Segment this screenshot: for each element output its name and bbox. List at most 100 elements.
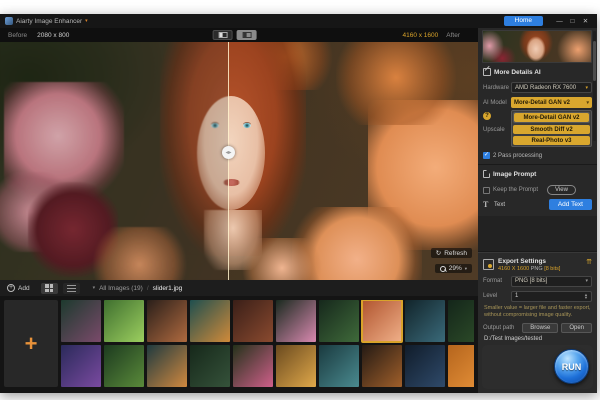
ai-model-label: AI Model [483, 99, 507, 106]
title-bar: Aiarty Image Enhancer ▾ Home — □ ✕ [0, 14, 597, 28]
export-format: PNG [530, 265, 543, 272]
browse-button[interactable]: Browse [522, 323, 559, 333]
thumbnail[interactable] [61, 345, 101, 387]
add-image-tile[interactable]: + [4, 300, 58, 387]
panel-gap [478, 216, 597, 252]
refresh-label: Refresh [444, 249, 467, 257]
two-pass-label: 2 Pass processing [493, 152, 543, 159]
zoom-caret-icon: ▾ [464, 265, 467, 271]
ai-model-value: More-Detail GAN v2 [514, 99, 571, 106]
more-details-icon [483, 68, 491, 76]
preview-image [482, 30, 592, 63]
list-view-icon [66, 284, 76, 292]
thumbnail[interactable] [276, 345, 316, 387]
thumbnail[interactable] [276, 300, 316, 342]
add-text-button[interactable]: Add Text [548, 199, 592, 210]
thumb-row1 [61, 300, 474, 343]
view-mode-toggles [212, 30, 257, 40]
keep-prompt-label: Keep the Prompt [493, 187, 539, 193]
format-value: PNG [8 bits] [515, 278, 548, 285]
model-options-list: More-Detail GAN v2 Smooth Diff v2 Real-P… [511, 110, 592, 147]
model-option-highlight: More-Detail GAN v2 [513, 112, 590, 123]
compare-handle-icon[interactable]: ◂▸ [222, 146, 235, 159]
grid-view-icon [45, 284, 54, 292]
list-view-button[interactable] [62, 282, 80, 294]
thumbnail[interactable] [319, 300, 359, 342]
thumbnail[interactable] [319, 345, 359, 387]
format-select[interactable]: PNG [8 bits] ▾ [511, 275, 592, 287]
single-view-button[interactable] [212, 30, 233, 40]
split-view-icon [242, 32, 252, 38]
open-button[interactable]: Open [561, 323, 592, 333]
model-option[interactable]: Real-Photo v3 [513, 136, 590, 145]
app-window: Aiarty Image Enhancer ▾ Home — □ ✕ Befor… [0, 14, 597, 393]
thumbnail[interactable] [147, 345, 187, 387]
thumbnail[interactable] [362, 345, 402, 387]
thumbnail[interactable] [147, 300, 187, 342]
thumbnail[interactable] [104, 300, 144, 342]
model-option[interactable]: More-Detail GAN v2 [514, 113, 589, 122]
run-area: RUN [482, 345, 593, 389]
text-label: Text [494, 201, 506, 208]
library-toolbar: + Add ▾ All Images (19) / slider1.jpg [0, 280, 478, 296]
thumbnail[interactable] [448, 300, 474, 342]
text-icon: T [483, 200, 489, 209]
model-dropdown-area: ? Upscale More-Detail GAN v2 Smooth Diff… [478, 110, 597, 147]
ai-model-select[interactable]: More-Detail GAN v2 ▾ [511, 97, 592, 108]
after-size: 4160 x 1600 [402, 31, 439, 39]
two-pass-checkbox[interactable]: ✓ [483, 152, 490, 159]
compare-info-bar: Before 2080 x 800 4160 x 1600 After [0, 28, 478, 42]
grid-view-button[interactable] [40, 282, 58, 294]
title-caret-icon[interactable]: ▾ [85, 18, 88, 24]
minimize-button[interactable]: — [553, 18, 566, 25]
magnifier-icon [439, 265, 446, 272]
add-image-button[interactable]: + Add [7, 284, 30, 292]
help-icon[interactable]: ? [483, 112, 491, 120]
thumbnail[interactable] [405, 300, 445, 342]
compare-divider[interactable] [228, 42, 229, 280]
thumbnail-selected[interactable] [361, 300, 403, 343]
home-button[interactable]: Home [503, 16, 543, 26]
thumbnail[interactable] [61, 300, 101, 342]
keep-prompt-checkbox[interactable] [483, 186, 490, 194]
file-breadcrumb: ▾ All Images (19) / slider1.jpg [93, 285, 183, 292]
thumbnail[interactable] [190, 345, 230, 387]
add-tile-plus-icon: + [24, 330, 38, 356]
thumbnail[interactable] [233, 345, 273, 387]
chevron-down-icon: ▾ [585, 278, 588, 285]
hardware-select[interactable]: AMD Radeon RX 7600 ▾ [511, 82, 592, 93]
collapse-section-icon[interactable]: ⇈ [586, 258, 592, 266]
image-prompt-title: Image Prompt [493, 170, 537, 178]
run-button[interactable]: RUN [554, 349, 589, 384]
thumbnail-strip: + [0, 296, 478, 393]
before-size: 2080 x 800 [37, 31, 70, 39]
close-button[interactable]: ✕ [579, 17, 592, 25]
refresh-button[interactable]: ↻ Refresh [430, 248, 472, 258]
thumbnail[interactable] [190, 300, 230, 342]
level-value: 1 [515, 293, 519, 300]
images-filter-caret-icon[interactable]: ▾ [93, 285, 96, 291]
chevron-down-icon: ▾ [585, 84, 588, 91]
thumbnail[interactable] [233, 300, 273, 342]
zoom-control[interactable]: 29% ▾ [434, 264, 472, 273]
model-option[interactable]: Smooth Diff v2 [513, 125, 590, 134]
thumbnail[interactable] [448, 345, 474, 387]
view-button[interactable]: View [547, 185, 576, 195]
panel-scrollbar [593, 31, 596, 141]
panel-scrollbar-thumb[interactable] [593, 41, 596, 81]
stepper-down-icon[interactable]: ▼ [584, 296, 588, 300]
format-label: Format [483, 278, 503, 285]
thumbnail[interactable] [405, 345, 445, 387]
hardware-value: AMD Radeon RX 7600 [515, 84, 577, 91]
thumbnail[interactable] [104, 345, 144, 387]
thumbnail-rows [61, 300, 474, 389]
subject-eye-right [243, 123, 251, 128]
before-region-overlay [0, 42, 228, 280]
all-images-label[interactable]: All Images (19) [99, 285, 143, 292]
split-view-button[interactable] [236, 30, 257, 40]
single-view-icon [218, 32, 228, 38]
maximize-button[interactable]: □ [566, 18, 579, 25]
level-stepper[interactable]: 1 ▲ ▼ [511, 290, 592, 302]
hardware-label: Hardware [483, 84, 510, 91]
image-prompt-icon [483, 170, 490, 178]
